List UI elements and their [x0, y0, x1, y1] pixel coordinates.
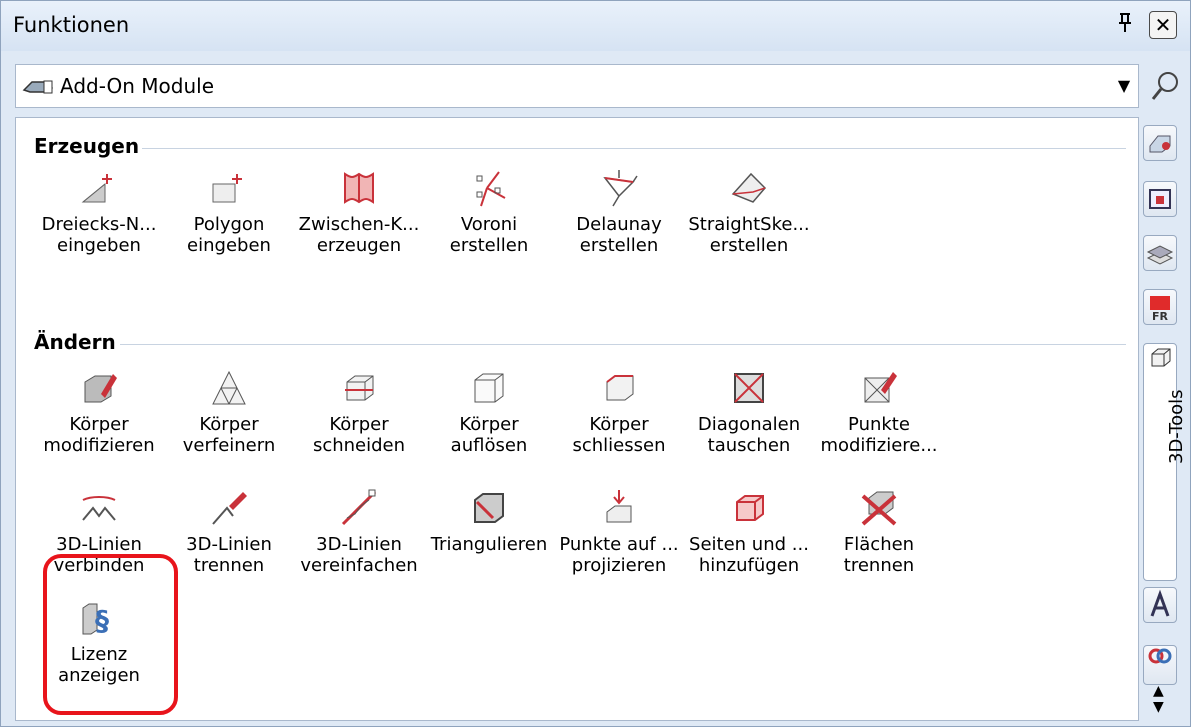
- frame-tool-icon: [1149, 189, 1171, 209]
- project-points-icon: [606, 490, 632, 523]
- pin-icon[interactable]: [1113, 11, 1137, 37]
- split-faces-icon: [861, 491, 897, 526]
- tool-dreiecks-netz[interactable]: Dreiecks-N... eingeben: [32, 168, 166, 256]
- scroll-arrows-icon[interactable]: ▲ ▼: [1153, 683, 1164, 715]
- section-divider: [142, 148, 1126, 149]
- tool-koerper-verfeinern[interactable]: Körper verfeinern: [162, 368, 296, 456]
- section-divider: [120, 344, 1126, 345]
- tool-zwischen-konturen[interactable]: Zwischen-K... erzeugen: [292, 168, 426, 256]
- side-tab-1[interactable]: [1143, 125, 1177, 161]
- side-tab-3d-tools-label: 3D-Tools: [1166, 389, 1187, 465]
- points-modify-icon: [864, 372, 897, 403]
- panel-titlebar: Funktionen ✕: [1, 1, 1190, 51]
- delaunay-icon: [603, 170, 638, 207]
- section-aendern-title: Ändern: [34, 330, 116, 354]
- highlight-box: [43, 554, 178, 715]
- tool-delaunay[interactable]: Delaunay erstellen: [552, 168, 686, 256]
- side-tab-4[interactable]: FR: [1143, 289, 1177, 325]
- functions-content: Erzeugen Dreiecks-N... eingeben Polygon …: [15, 117, 1139, 721]
- letter-a-icon: [1150, 589, 1170, 617]
- fr-icon: FR: [1150, 296, 1170, 323]
- side-tab-3d-tools[interactable]: 3D-Tools: [1143, 343, 1187, 581]
- side-tabs: FR 3D-Tools ▲ ▼: [1139, 117, 1187, 721]
- module-select[interactable]: Add-On Module ▼: [15, 64, 1139, 108]
- layers-icon: [1146, 245, 1174, 265]
- side-tab-5[interactable]: [1143, 587, 1177, 623]
- body-refine-icon: [212, 370, 246, 405]
- triangle-mesh-icon: [81, 174, 112, 203]
- lines-connect-icon: [82, 496, 116, 521]
- chevron-down-icon[interactable]: ▼: [1110, 65, 1138, 107]
- side-tab-6[interactable]: [1143, 645, 1177, 685]
- tool-voroni[interactable]: Voroni erstellen: [422, 168, 556, 256]
- tool-3d-linien-vereinfachen[interactable]: 3D-Linien vereinfachen: [292, 488, 426, 576]
- side-tab-3[interactable]: [1143, 235, 1177, 271]
- svg-text:FR: FR: [1152, 310, 1169, 323]
- module-select-value: Add-On Module: [60, 74, 214, 98]
- section-erzeugen-title: Erzeugen: [34, 134, 140, 158]
- tool-triangulieren[interactable]: Triangulieren: [422, 488, 556, 555]
- body-modify-icon: [84, 374, 117, 403]
- tool-punkte-modifizieren[interactable]: Punkte modifiziere...: [812, 368, 946, 456]
- tool-punkte-projizieren[interactable]: Punkte auf ... projizieren: [552, 488, 686, 576]
- triangulate-icon: [474, 493, 504, 523]
- close-button[interactable]: ✕: [1149, 11, 1177, 39]
- tool-koerper-modifizieren[interactable]: Körper modifizieren: [32, 368, 166, 456]
- tool-koerper-aufloesen[interactable]: Körper auflösen: [422, 368, 556, 456]
- search-icon: [1151, 72, 1178, 100]
- intermediate-contour-icon: [344, 172, 374, 204]
- close-icon: ✕: [1154, 13, 1172, 37]
- straight-skeleton-icon: [731, 172, 767, 203]
- body-dissolve-icon: [474, 373, 504, 403]
- add-on-module-icon: [22, 77, 56, 101]
- tool-3d-linien-trennen[interactable]: 3D-Linien trennen: [162, 488, 296, 576]
- body-close-icon: [606, 375, 634, 401]
- tool-straight-skeleton[interactable]: StraightSke... erstellen: [682, 168, 816, 256]
- lines-simplify-icon: [341, 489, 377, 526]
- lines-split-icon: [212, 492, 247, 525]
- add-faces-icon: [736, 495, 764, 521]
- hand-tool-icon: [1149, 135, 1171, 153]
- chain-icon: [1148, 648, 1172, 664]
- side-tab-2[interactable]: [1143, 181, 1177, 217]
- voronoi-icon: [476, 171, 506, 207]
- tool-seiten-hinzufuegen[interactable]: Seiten und ... hinzufügen: [682, 488, 816, 576]
- tool-koerper-schliessen[interactable]: Körper schliessen: [552, 368, 686, 456]
- tool-flaechen-trennen[interactable]: Flächen trennen: [812, 488, 946, 576]
- swap-diagonal-icon: [734, 373, 764, 403]
- functions-panel: Funktionen ✕ Add-On Module ▼ Erzeugen Dr…: [0, 0, 1191, 727]
- panel-title: Funktionen: [13, 13, 130, 37]
- body-cut-icon: [345, 375, 374, 401]
- cube-icon: [1151, 348, 1171, 367]
- tool-diagonalen-tauschen[interactable]: Diagonalen tauschen: [682, 368, 816, 456]
- tool-koerper-schneiden[interactable]: Körper schneiden: [292, 368, 426, 456]
- tool-polygon[interactable]: Polygon eingeben: [162, 168, 296, 256]
- search-button[interactable]: [1147, 67, 1183, 107]
- polygon-icon: [212, 174, 242, 203]
